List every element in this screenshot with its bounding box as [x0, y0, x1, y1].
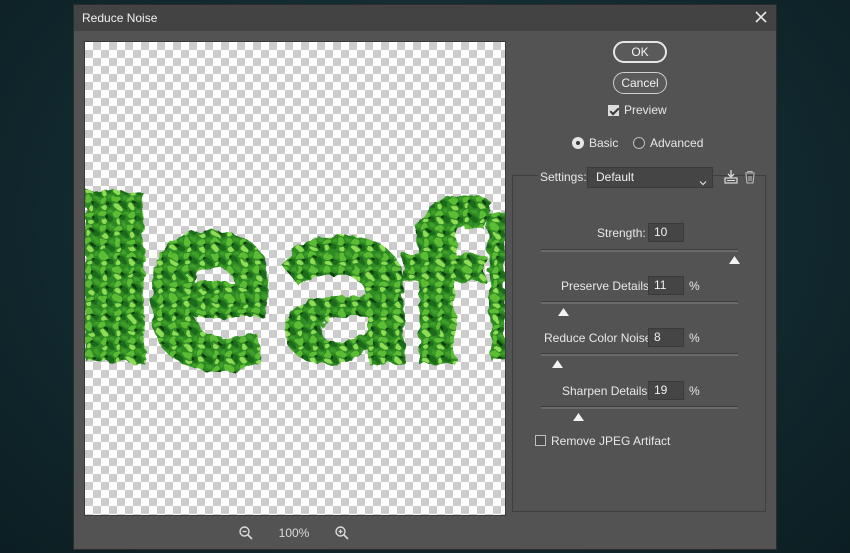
strength-label: Strength:: [597, 226, 646, 240]
sharpen-details-label: Sharpen Details:: [562, 384, 651, 398]
preserve-details-unit: %: [689, 279, 700, 293]
title-bar: Reduce Noise: [74, 5, 776, 31]
preserve-details-label: Preserve Details:: [561, 279, 653, 293]
ok-button[interactable]: OK: [613, 41, 667, 63]
advanced-radio[interactable]: [633, 137, 645, 149]
cancel-button[interactable]: Cancel: [613, 72, 667, 94]
sharpen-details-thumb[interactable]: [573, 410, 585, 421]
settings-select[interactable]: Default: [587, 167, 713, 188]
zoom-level: 100%: [278, 526, 310, 540]
advanced-label: Advanced: [650, 136, 704, 150]
preview-label: Preview: [624, 103, 667, 117]
reduce-color-noise-unit: %: [689, 331, 700, 345]
basic-radio[interactable]: [572, 137, 584, 149]
reduce-noise-dialog: Reduce Noise 100% OK Cancel Preview Basi…: [73, 4, 777, 550]
jpeg-artifact-label: Remove JPEG Artifact: [551, 434, 671, 448]
strength-input[interactable]: 10: [648, 223, 684, 242]
preserve-details-input[interactable]: 11: [648, 276, 684, 295]
sharpen-details-unit: %: [689, 384, 700, 398]
sharpen-details-track[interactable]: [541, 406, 738, 409]
jpeg-artifact-checkbox[interactable]: [535, 435, 546, 446]
reduce-color-noise-thumb[interactable]: [551, 357, 563, 368]
save-settings-icon[interactable]: [723, 169, 739, 185]
settings-value: Default: [596, 170, 635, 184]
preserve-details-thumb[interactable]: [557, 305, 569, 316]
reduce-color-noise-input[interactable]: 8: [648, 328, 684, 347]
chevron-down-icon: [699, 174, 707, 186]
strength-thumb[interactable]: [729, 253, 741, 264]
zoom-in-icon[interactable]: [334, 525, 350, 541]
reduce-color-noise-track[interactable]: [541, 353, 738, 356]
zoom-controls: 100%: [234, 523, 354, 543]
close-icon[interactable]: [752, 8, 770, 26]
preserve-details-track[interactable]: [541, 301, 738, 304]
zoom-out-icon[interactable]: [238, 525, 254, 541]
basic-label: Basic: [589, 136, 619, 150]
settings-label: Settings:: [538, 170, 589, 184]
leaf-text-image: [85, 190, 505, 372]
preview-checkbox[interactable]: [608, 105, 619, 116]
trash-icon[interactable]: [742, 169, 758, 185]
reduce-color-noise-label: Reduce Color Noise:: [544, 331, 655, 345]
preview-canvas[interactable]: [84, 41, 506, 516]
strength-track[interactable]: [541, 249, 738, 252]
sharpen-details-input[interactable]: 19: [648, 381, 684, 400]
dialog-title: Reduce Noise: [82, 11, 158, 25]
